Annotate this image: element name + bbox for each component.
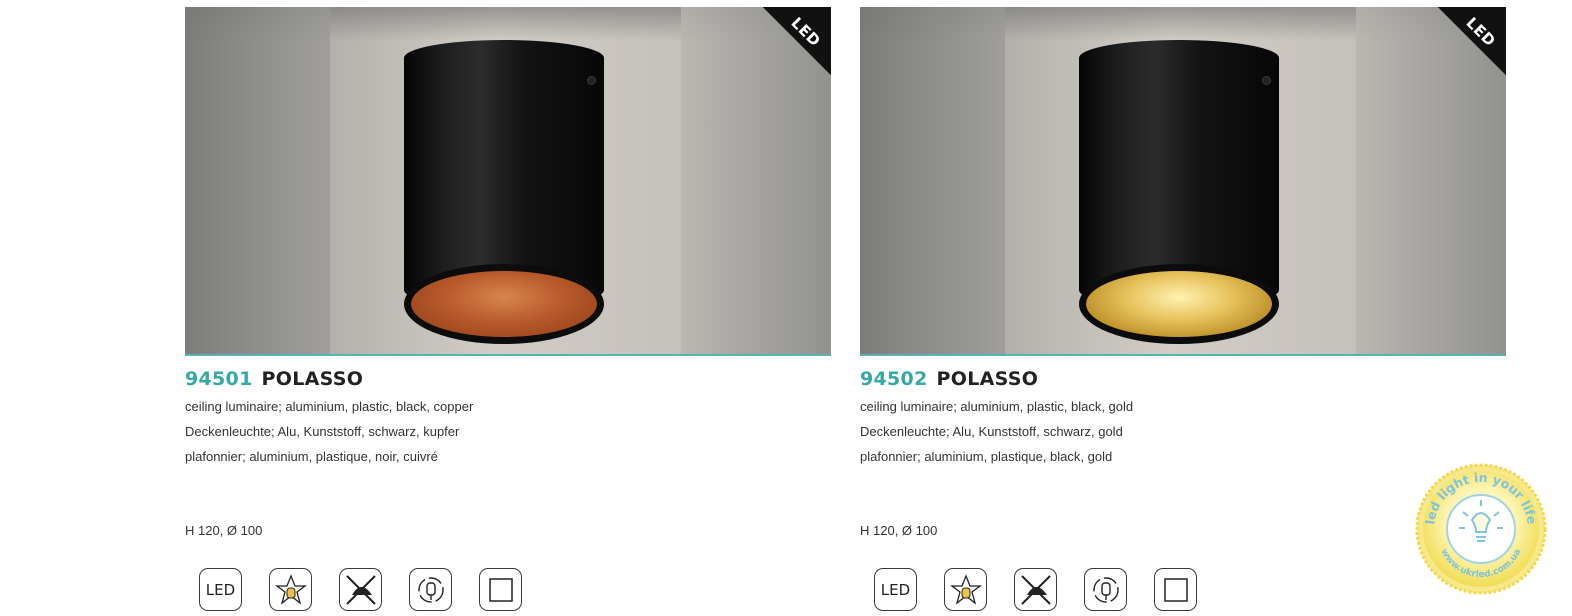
description-en: ceiling luminaire; aluminium, plastic, b…	[185, 399, 474, 414]
product-card-94502: LED 94502 POLASSO ceiling luminaire; alu…	[860, 7, 1506, 473]
rotatable-icon	[1084, 568, 1127, 611]
lamp-screw	[587, 76, 596, 85]
product-photo: LED	[860, 7, 1506, 356]
product-title: 94501 POLASSO	[185, 368, 831, 390]
led-corner-badge: LED	[1438, 7, 1506, 75]
description-de: Deckenleuchte; Alu, Kunststoff, schwarz,…	[185, 424, 460, 439]
class-ii-icon	[479, 568, 522, 611]
led-badge-label: LED	[1462, 13, 1500, 51]
photo-wall-left	[185, 7, 330, 354]
lamp-image	[404, 40, 604, 344]
not-dimmable-icon	[1014, 568, 1057, 611]
lamp-image	[1079, 40, 1279, 344]
photo-wall-left	[860, 7, 1005, 354]
description-fr: plafonnier; aluminium, plastique, black,…	[860, 449, 1113, 464]
description-de: Deckenleuchte; Alu, Kunststoff, schwarz,…	[860, 424, 1123, 439]
class-ii-icon	[1154, 568, 1197, 611]
product-title: 94502 POLASSO	[860, 368, 1506, 390]
rotatable-icon	[409, 568, 452, 611]
lamp-screw	[1262, 76, 1271, 85]
product-code: 94502	[860, 368, 928, 390]
lamp-inner-gold	[1086, 271, 1272, 337]
lamp-inner-copper	[411, 271, 597, 337]
led-badge-label: LED	[787, 13, 825, 51]
product-description: ceiling luminaire; aluminium, plastic, b…	[860, 398, 1506, 473]
product-description: ceiling luminaire; aluminium, plastic, b…	[185, 398, 831, 473]
product-dimensions: H 120, Ø 100	[185, 523, 263, 538]
not-dimmable-icon	[339, 568, 382, 611]
product-name: POLASSO	[261, 368, 364, 390]
description-en: ceiling luminaire; aluminium, plastic, b…	[860, 399, 1134, 414]
product-photo: LED	[185, 7, 831, 356]
feature-icons: LED	[874, 568, 1224, 611]
feature-icons: LED	[199, 568, 549, 611]
protection-class-icon	[944, 568, 987, 611]
ukrled-seal-logo: led light in your life www.ukrled.com.ua	[1415, 463, 1547, 595]
led-icon: LED	[874, 568, 917, 611]
product-name: POLASSO	[936, 368, 1039, 390]
product-code: 94501	[185, 368, 253, 390]
description-fr: plafonnier; aluminium, plastique, noir, …	[185, 449, 438, 464]
protection-class-icon	[269, 568, 312, 611]
product-dimensions: H 120, Ø 100	[860, 523, 938, 538]
led-icon: LED	[199, 568, 242, 611]
product-card-94501: LED 94501 POLASSO ceiling luminaire; alu…	[185, 7, 831, 473]
led-corner-badge: LED	[763, 7, 831, 75]
